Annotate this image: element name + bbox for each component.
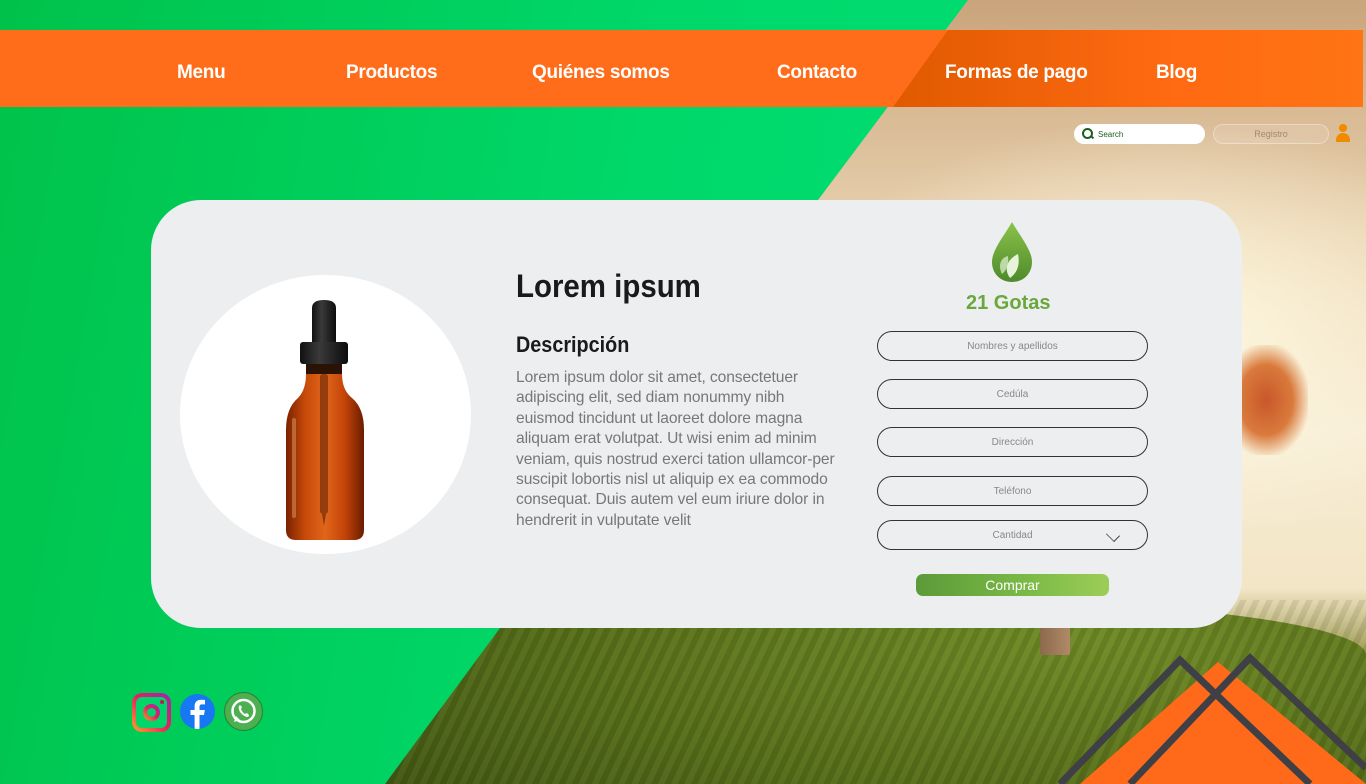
- id-field[interactable]: [877, 379, 1148, 409]
- quantity-select-label: Cantidad: [992, 529, 1033, 541]
- nav-item-menu[interactable]: Menu: [177, 62, 226, 84]
- user-icon-body: [1336, 133, 1350, 142]
- chevron-down-icon: [1105, 527, 1121, 543]
- product-description-heading: Descripción: [516, 332, 630, 357]
- whatsapp-icon[interactable]: [224, 692, 263, 731]
- buy-button[interactable]: Comprar: [916, 574, 1109, 596]
- quantity-select[interactable]: Cantidad: [877, 520, 1148, 550]
- user-icon-head: [1339, 124, 1347, 132]
- nav-item-contacto[interactable]: Contacto: [777, 62, 857, 84]
- product-bottle-image: [286, 300, 364, 540]
- address-input[interactable]: [891, 436, 1134, 448]
- instagram-icon[interactable]: [132, 693, 171, 732]
- search-icon: [1082, 128, 1094, 140]
- instagram-icon-dot: [160, 700, 164, 704]
- facebook-f-glyph: [190, 699, 205, 729]
- facebook-icon[interactable]: [180, 694, 215, 729]
- name-field[interactable]: [877, 331, 1148, 361]
- id-input[interactable]: [891, 388, 1134, 400]
- name-input[interactable]: [891, 340, 1134, 352]
- nav-item-formas-de-pago[interactable]: Formas de pago: [945, 62, 1088, 84]
- registro-button[interactable]: Registro: [1213, 124, 1329, 144]
- instagram-icon-lens: [143, 704, 160, 721]
- address-field[interactable]: [877, 427, 1148, 457]
- user-icon[interactable]: [1336, 124, 1350, 143]
- nav-item-quienes-somos[interactable]: Quiénes somos: [532, 62, 670, 84]
- registro-label: Registro: [1254, 129, 1288, 139]
- search-bar[interactable]: [1074, 124, 1205, 144]
- nav-item-productos[interactable]: Productos: [346, 62, 438, 84]
- product-description: Lorem ipsum dolor sit amet, consectetuer…: [516, 369, 835, 529]
- search-input[interactable]: [1098, 129, 1198, 139]
- drop-leaf-logo-icon: [992, 222, 1032, 282]
- product-title: Lorem ipsum: [516, 268, 701, 304]
- phone-field[interactable]: [877, 476, 1148, 506]
- whatsapp-phone-glyph: [231, 698, 256, 724]
- tree-foliage: [1238, 345, 1308, 455]
- brand-name: 21 Gotas: [966, 292, 1051, 314]
- nav-item-blog[interactable]: Blog: [1156, 62, 1197, 84]
- phone-input[interactable]: [891, 485, 1134, 497]
- decorative-triangles: [1057, 653, 1366, 784]
